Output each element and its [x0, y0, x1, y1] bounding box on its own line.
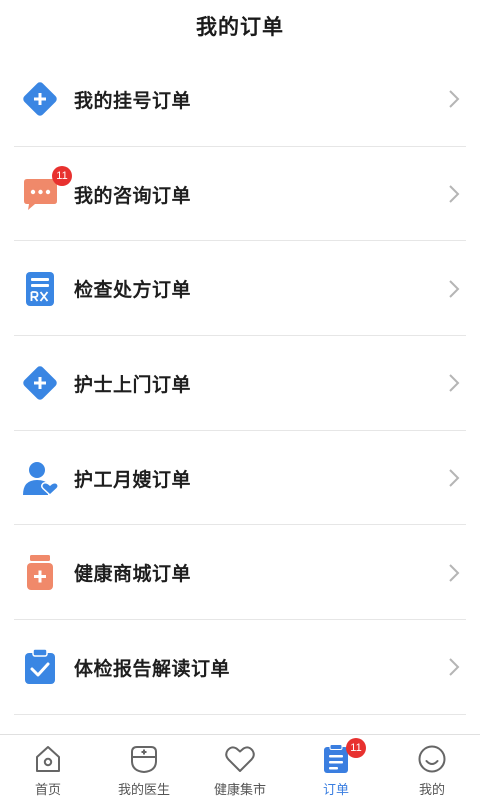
- order-row-caregiver[interactable]: 护工月嫂订单: [0, 431, 480, 526]
- smile-profile-icon: [417, 744, 447, 774]
- order-list: 我的挂号订单 11 我的咨询订单 检查处方订单 护士上门订单 护工月嫂订单 健康…: [0, 52, 480, 715]
- order-row-label: 护工月嫂订单: [74, 468, 192, 491]
- unread-badge: 11: [52, 166, 72, 187]
- tab-label: 我的医生: [117, 783, 170, 798]
- heart-icon: [224, 744, 256, 774]
- checkup-clipboard-icon: [20, 647, 60, 687]
- orders-badge: 11: [346, 738, 366, 758]
- chevron-right-icon: [449, 374, 460, 393]
- order-row-label: 健康商城订单: [74, 563, 192, 586]
- chevron-right-icon: [449, 564, 460, 582]
- caregiver-person-icon: [20, 458, 60, 498]
- medicine-bottle-icon: [20, 553, 60, 593]
- tab-label: 我的: [418, 783, 445, 798]
- registration-plus-icon: [20, 79, 60, 119]
- chevron-right-icon: [449, 185, 460, 203]
- order-row-label: 我的咨询订单: [74, 184, 192, 207]
- tab-health-market[interactable]: 健康集市: [192, 735, 288, 800]
- order-row-label: 检查处方订单: [74, 279, 192, 302]
- tab-mine[interactable]: 我的: [384, 735, 480, 800]
- tab-label: 订单: [322, 783, 349, 798]
- tab-label: 首页: [34, 783, 61, 798]
- chevron-right-icon: [449, 280, 460, 298]
- orders-list-icon: 11: [322, 738, 366, 774]
- home-icon: [33, 744, 63, 774]
- doctor-icon: [129, 744, 159, 774]
- order-row-checkup-report[interactable]: 体检报告解读订单: [0, 620, 480, 715]
- order-row-nurse-visit[interactable]: 护士上门订单: [0, 336, 480, 431]
- order-row-label: 我的挂号订单: [74, 89, 192, 112]
- chevron-right-icon: [449, 469, 460, 487]
- page-header: 我的订单: [0, 0, 480, 52]
- chevron-right-icon: [449, 658, 460, 677]
- page-title: 我的订单: [196, 15, 284, 39]
- order-row-label: 体检报告解读订单: [74, 657, 231, 680]
- order-row-registration[interactable]: 我的挂号订单: [0, 52, 480, 147]
- prescription-rx-icon: [20, 269, 60, 309]
- tab-my-doctor[interactable]: 我的医生: [96, 735, 192, 800]
- tab-orders[interactable]: 11 订单: [288, 735, 384, 800]
- tab-home[interactable]: 首页: [0, 735, 96, 800]
- chevron-right-icon: [449, 90, 460, 109]
- order-row-prescription[interactable]: 检查处方订单: [0, 241, 480, 336]
- order-row-label: 护士上门订单: [74, 373, 192, 396]
- tab-label: 健康集市: [213, 783, 266, 798]
- order-row-consultation[interactable]: 11 我的咨询订单: [0, 147, 480, 242]
- consultation-chat-icon: 11: [20, 166, 72, 214]
- nurse-plus-icon: [20, 363, 60, 403]
- bottom-tab-bar: 首页 我的医生 健康集市 11 订单 我的: [0, 734, 480, 800]
- order-row-health-mall[interactable]: 健康商城订单: [0, 525, 480, 620]
